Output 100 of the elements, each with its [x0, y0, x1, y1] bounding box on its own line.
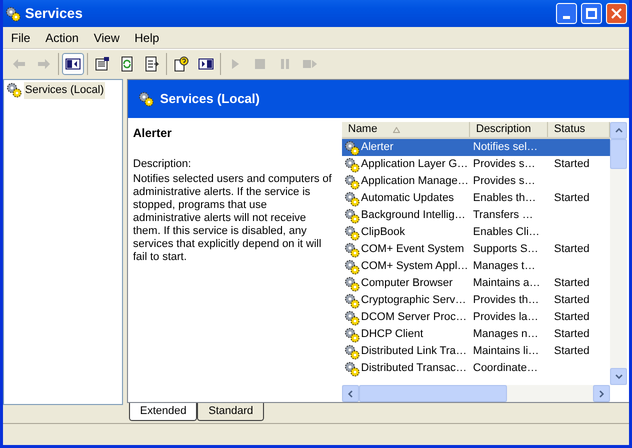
table-row[interactable]: COM+ Event System Supports S… Started	[342, 241, 610, 258]
menu-item[interactable]: Action	[39, 28, 85, 46]
table-row[interactable]: Application Layer G… Provides s… Started	[342, 156, 610, 173]
table-cell: Manages n…	[473, 328, 538, 340]
service-icon	[344, 242, 360, 258]
toolbar-button[interactable]	[62, 52, 84, 74]
description-text: Notifies selected users and computers of administrative alerts. If the service is stopped, programs that use administrative alerts will not receive them. If this service is disabled, any services that explicitly depend on it will fail to start.	[133, 172, 333, 264]
services-icon	[138, 91, 154, 107]
service-icon	[344, 310, 360, 326]
table-cell-text: COM+ Event System	[361, 242, 464, 258]
table-cell: Manages t…	[473, 260, 536, 272]
services-icon	[6, 82, 22, 98]
header-title: Services (Local)	[160, 90, 260, 108]
table-cell-text: DCOM Server Proc…	[361, 310, 467, 326]
table-cell: Started	[554, 243, 590, 256]
table-cell: Coordinate…	[473, 362, 538, 374]
table-cell: Provides s…	[473, 158, 536, 170]
table-cell: Started	[554, 294, 590, 306]
table-cell-text: Computer Browser	[361, 276, 453, 292]
table-cell-text: Cryptographic Serv…	[361, 293, 466, 308]
table-cell: Started	[554, 192, 590, 204]
table-row[interactable]: ClipBook Enables Cli…	[342, 224, 610, 241]
table-cell: Enables Cli…	[473, 226, 540, 238]
close-button[interactable]	[606, 3, 627, 24]
table-row[interactable]: Alerter Notifies sel…	[342, 139, 610, 156]
service-name: Alerter	[133, 125, 173, 142]
table-row[interactable]: DCOM Server Proc… Provides la… Started	[342, 309, 610, 326]
export-list-icon	[144, 56, 160, 72]
menu-item[interactable]: File	[5, 28, 36, 46]
scroll-left-icon	[348, 390, 353, 398]
table-cell: Started	[554, 158, 590, 170]
table-cell-text: Alerter	[361, 140, 394, 156]
scroll-thumb[interactable]	[610, 139, 627, 169]
tree-item[interactable]: Services (Local)	[24, 82, 105, 98]
sort-arrow-icon	[393, 126, 400, 132]
table-cell-text: Automatic Updates	[361, 191, 454, 206]
table-cell: Enables th…	[473, 192, 536, 204]
close-icon	[611, 8, 622, 19]
panel-toggle-icon	[198, 56, 214, 72]
service-icon	[344, 208, 360, 224]
table-cell-text: Distributed Transac…	[361, 361, 467, 376]
service-icon	[344, 156, 360, 172]
table-cell-text: Background Intellig…	[361, 208, 466, 224]
service-icon	[344, 344, 360, 360]
table-cell-text: Distributed Link Tra…	[361, 344, 467, 360]
table-cell: Maintains a…	[473, 277, 540, 290]
table-cell: Supports S…	[473, 243, 538, 256]
table-cell: Provides la…	[473, 311, 538, 324]
description-label: Description:	[133, 157, 192, 172]
table-row[interactable]: Automatic Updates Enables th… Started	[342, 190, 610, 207]
table-cell-text: DHCP Client	[361, 327, 424, 342]
table-row[interactable]: Application Manage… Provides s…	[342, 173, 610, 190]
table-row[interactable]: COM+ System Appl… Manages t…	[342, 258, 610, 275]
tab[interactable]: Standard	[197, 403, 264, 421]
service-icon	[344, 292, 360, 308]
table-cell-text: Application Manage…	[361, 174, 469, 190]
table-cell: Transfers …	[473, 209, 534, 222]
table-cell: Started	[554, 328, 590, 340]
table-cell-text: COM+ System Appl…	[361, 259, 468, 274]
app-icon	[5, 6, 21, 22]
table-cell-text: ClipBook	[361, 225, 406, 240]
scroll-thumb[interactable]	[359, 385, 507, 402]
table-cell: Started	[554, 311, 590, 324]
help-icon	[173, 56, 189, 72]
service-icon	[344, 190, 360, 206]
service-icon	[344, 140, 360, 156]
horizontal-scrollbar[interactable]	[342, 385, 610, 402]
table-cell: Maintains li…	[473, 345, 540, 358]
table-cell: Notifies sel…	[473, 141, 538, 154]
table-row[interactable]: Distributed Transac… Coordinate…	[342, 360, 610, 377]
table-cell: Started	[554, 277, 590, 290]
service-icon	[344, 258, 360, 274]
table-cell: Provides th…	[473, 294, 540, 306]
tab[interactable]: Extended	[129, 403, 198, 421]
scroll-up-icon	[614, 128, 622, 133]
table-cell-text: Application Layer G…	[361, 157, 468, 172]
vertical-scrollbar[interactable]	[610, 122, 627, 385]
column-header[interactable]: Description	[470, 122, 548, 137]
table-cell: Started	[554, 345, 590, 358]
properties-icon	[94, 56, 110, 72]
table-cell: Provides s…	[473, 175, 536, 188]
menu-item[interactable]: View	[88, 28, 126, 46]
table-row[interactable]: Background Intellig… Transfers …	[342, 207, 610, 224]
table-row[interactable]: Computer Browser Maintains a… Started	[342, 275, 610, 292]
service-icon	[344, 326, 360, 342]
menu-item[interactable]: Help	[128, 28, 166, 46]
minimize-button[interactable]	[556, 3, 577, 24]
service-icon	[344, 224, 360, 240]
scroll-right-icon	[599, 390, 604, 398]
maximize-button[interactable]	[581, 3, 602, 24]
service-icon	[344, 276, 360, 292]
table-row[interactable]: Distributed Link Tra… Maintains li… Started	[342, 343, 610, 360]
table-row[interactable]: DHCP Client Manages n… Started	[342, 326, 610, 343]
panel-toggle-icon	[65, 56, 81, 72]
column-header[interactable]: Name	[342, 122, 470, 137]
window-title: Services	[25, 4, 84, 23]
refresh-icon	[119, 56, 135, 72]
service-icon	[344, 360, 360, 376]
table-row[interactable]: Cryptographic Serv… Provides th… Started	[342, 292, 610, 309]
scroll-down-icon	[614, 374, 622, 379]
